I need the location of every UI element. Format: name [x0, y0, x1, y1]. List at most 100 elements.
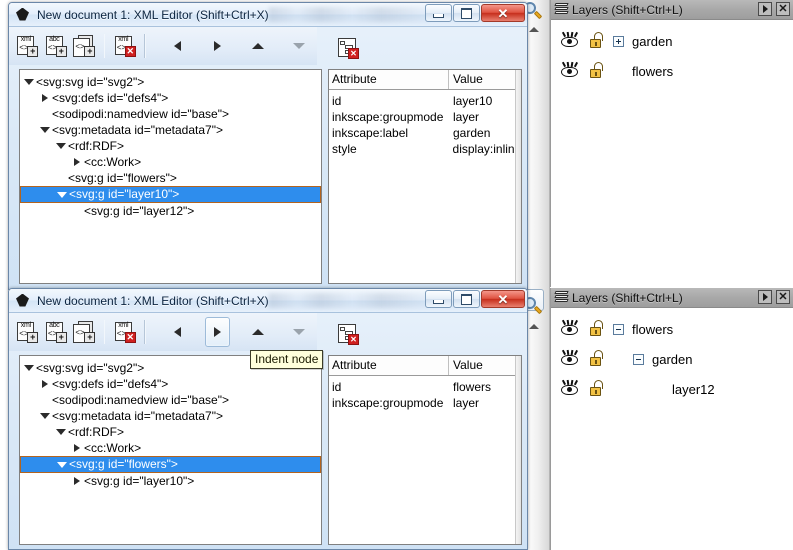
- title-bar[interactable]: New document 1: XML Editor (Shift+Ctrl+X…: [9, 3, 527, 27]
- xml-tree-row[interactable]: <svg:g id="layer12">: [20, 203, 321, 219]
- minimize-button[interactable]: [425, 290, 452, 308]
- unlock-padlock-icon[interactable]: [587, 32, 605, 50]
- move-node-down-button[interactable]: [286, 31, 311, 61]
- expand-triangle-open-icon[interactable]: [22, 79, 35, 85]
- xml-tree-row-selected[interactable]: <svg:g id="flowers">: [20, 456, 321, 473]
- xml-tree-row[interactable]: <cc:Work>: [20, 154, 321, 170]
- unindent-node-button[interactable]: [165, 317, 190, 347]
- unlock-padlock-icon[interactable]: [587, 380, 605, 398]
- attribute-scrollbar[interactable]: [515, 356, 521, 544]
- xml-tree-pane[interactable]: <svg:svg id="svg2"><svg:defs id="defs4">…: [19, 355, 322, 545]
- layers-stack-icon: [555, 3, 570, 16]
- attribute-row[interactable]: idlayer10: [329, 93, 521, 109]
- layer-row[interactable]: garden: [551, 344, 793, 374]
- scroll-up-arrow-icon[interactable]: [529, 27, 539, 32]
- close-button[interactable]: ✕: [481, 4, 525, 22]
- unindent-node-button[interactable]: [165, 31, 190, 61]
- duplicate-node-button[interactable]: <> +: [72, 317, 97, 347]
- xml-tree-row[interactable]: <svg:svg id="svg2">: [20, 74, 321, 90]
- float-panel-button[interactable]: [758, 2, 772, 16]
- minimize-icon: [433, 14, 444, 18]
- minimize-button[interactable]: [425, 4, 452, 22]
- expand-triangle-open-icon[interactable]: [38, 127, 51, 133]
- maximize-button[interactable]: [453, 4, 480, 22]
- xml-tree-row[interactable]: <cc:Work>: [20, 440, 321, 456]
- new-text-node-button[interactable]: abc <> +: [44, 31, 69, 61]
- collapse-minus-box-icon[interactable]: [613, 324, 624, 335]
- layer-row[interactable]: flowers: [551, 314, 793, 344]
- attribute-pane[interactable]: Attribute Value idflowersinkscape:groupm…: [328, 355, 522, 545]
- close-panel-button[interactable]: ✕: [776, 2, 790, 16]
- eye-visibility-icon[interactable]: [559, 33, 581, 49]
- layer-row[interactable]: layer12: [551, 374, 793, 404]
- delete-node-button[interactable]: xml <> ✕: [112, 317, 137, 347]
- duplicate-node-button[interactable]: <> +: [72, 31, 97, 61]
- attribute-row[interactable]: inkscape:labelgarden: [329, 125, 521, 141]
- xml-tree-row[interactable]: <svg:defs id="defs4">: [20, 90, 321, 106]
- attribute-row[interactable]: idflowers: [329, 379, 521, 395]
- eye-visibility-icon[interactable]: [559, 351, 581, 367]
- scroll-up-arrow-icon[interactable]: [529, 324, 539, 329]
- xml-node-label: <svg:g id="flowers">: [67, 170, 177, 186]
- close-button[interactable]: ✕: [481, 290, 525, 308]
- title-bar[interactable]: New document 1: XML Editor (Shift+Ctrl+X…: [9, 289, 527, 313]
- xml-tree-row-selected[interactable]: <svg:g id="layer10">: [20, 186, 321, 203]
- unlock-padlock-icon[interactable]: [587, 62, 605, 80]
- attribute-row[interactable]: inkscape:groupmodelayer: [329, 395, 521, 411]
- xml-tree-row[interactable]: <rdf:RDF>: [20, 138, 321, 154]
- new-element-node-button[interactable]: xml <> +: [15, 317, 40, 347]
- xml-tree-row[interactable]: <sodipodi:namedview id="base">: [20, 392, 321, 408]
- eye-visibility-icon[interactable]: [559, 321, 581, 337]
- xml-editor-window-bottom: New document 1: XML Editor (Shift+Ctrl+X…: [8, 288, 528, 550]
- arrow-right-box-icon: [763, 5, 768, 13]
- arrow-up-icon: [252, 43, 264, 49]
- indent-node-button[interactable]: [205, 317, 230, 347]
- move-node-down-button[interactable]: [286, 317, 311, 347]
- expand-triangle-open-icon[interactable]: [55, 192, 68, 198]
- expand-triangle-closed-icon[interactable]: [70, 477, 83, 485]
- indent-node-button[interactable]: [205, 31, 230, 61]
- expand-triangle-closed-icon[interactable]: [70, 444, 83, 452]
- xml-tree-row[interactable]: <svg:metadata id="metadata7">: [20, 408, 321, 424]
- delete-attribute-button[interactable]: ✕: [333, 33, 363, 63]
- new-text-node-button[interactable]: abc <> +: [44, 317, 69, 347]
- unlock-padlock-icon[interactable]: [587, 320, 605, 338]
- expand-triangle-open-icon[interactable]: [22, 365, 35, 371]
- new-element-node-button[interactable]: xml <> +: [15, 31, 40, 61]
- xml-tree-row[interactable]: <svg:metadata id="metadata7">: [20, 122, 321, 138]
- xml-tree-row[interactable]: <svg:defs id="defs4">: [20, 376, 321, 392]
- maximize-button[interactable]: [453, 290, 480, 308]
- expand-plus-box-icon[interactable]: [613, 36, 624, 47]
- xml-tree-row[interactable]: <rdf:RDF>: [20, 424, 321, 440]
- xml-tree-row[interactable]: <svg:g id="layer10">: [20, 473, 321, 489]
- float-panel-button[interactable]: [758, 290, 772, 304]
- expand-triangle-open-icon[interactable]: [54, 143, 67, 149]
- move-node-up-button[interactable]: [246, 31, 271, 61]
- collapse-minus-box-icon[interactable]: [633, 354, 644, 365]
- attribute-row[interactable]: styledisplay:inline: [329, 141, 521, 157]
- layer-row[interactable]: garden: [551, 26, 793, 56]
- delete-attribute-button[interactable]: ✕: [333, 319, 363, 349]
- unlock-padlock-icon[interactable]: [587, 350, 605, 368]
- layer-row[interactable]: flowers: [551, 56, 793, 86]
- layers-panel-title: Layers (Shift+Ctrl+L): [572, 3, 683, 17]
- layers-stack-icon: [555, 291, 570, 304]
- expand-triangle-open-icon[interactable]: [38, 413, 51, 419]
- expand-triangle-open-icon[interactable]: [54, 429, 67, 435]
- eye-visibility-icon[interactable]: [559, 381, 581, 397]
- expand-triangle-closed-icon[interactable]: [70, 158, 83, 166]
- xml-tree-pane[interactable]: <svg:svg id="svg2"><svg:defs id="defs4">…: [19, 69, 322, 284]
- xml-tree-row[interactable]: <sodipodi:namedview id="base">: [20, 106, 321, 122]
- value-column-header: Value: [449, 70, 483, 89]
- expand-triangle-closed-icon[interactable]: [38, 380, 51, 388]
- attribute-pane[interactable]: Attribute Value idlayer10inkscape:groupm…: [328, 69, 522, 284]
- expand-triangle-open-icon[interactable]: [55, 462, 68, 468]
- attribute-scrollbar[interactable]: [515, 70, 521, 283]
- xml-tree-row[interactable]: <svg:g id="flowers">: [20, 170, 321, 186]
- eye-visibility-icon[interactable]: [559, 63, 581, 79]
- delete-node-button[interactable]: xml <> ✕: [112, 31, 137, 61]
- attribute-row[interactable]: inkscape:groupmodelayer: [329, 109, 521, 125]
- expand-triangle-closed-icon[interactable]: [38, 94, 51, 102]
- move-node-up-button[interactable]: [246, 317, 271, 347]
- close-panel-button[interactable]: ✕: [776, 290, 790, 304]
